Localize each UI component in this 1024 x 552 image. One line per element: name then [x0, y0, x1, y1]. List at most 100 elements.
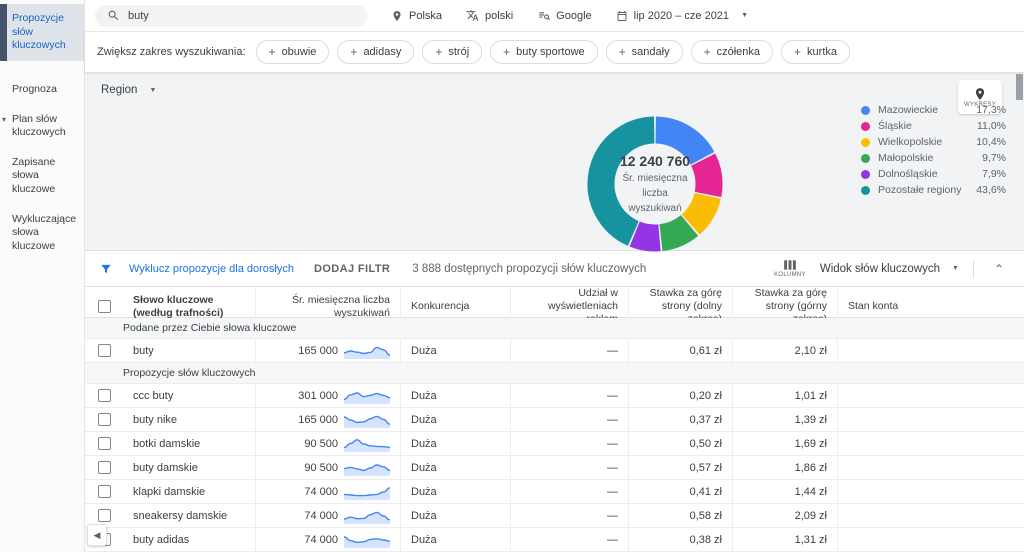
donut-segment-pozostałe-regiony[interactable] [587, 116, 656, 246]
keyword-row-botki-damskie[interactable]: botki damskie 90 500 Duża —0,50 zł 1,69 zł [85, 432, 1024, 456]
expand-caret-icon[interactable]: ▾ [2, 115, 6, 125]
volume-cell: 90 500 [255, 432, 400, 455]
keyword-planner-app: Propozycje słów kluczowych Prognoza ▾ Plan … [0, 0, 1024, 552]
legend-dot-icon [861, 137, 870, 147]
trend-sparkline [344, 438, 390, 452]
broaden-chip-2[interactable]: + strój [422, 40, 483, 64]
sidebar-item-3[interactable]: Zapisane słowa kluczowe [0, 148, 84, 205]
keyword-row-buty-damskie[interactable]: buty damskie 90 500 Duża —0,57 zł 1,86 zł [85, 456, 1024, 480]
network-setting[interactable]: Google [527, 5, 601, 26]
broaden-chip-1[interactable]: + adidasy [337, 40, 415, 64]
account-status-cell [837, 384, 1024, 407]
divider [972, 259, 974, 278]
keyword-row-buty-adidas[interactable]: buty adidas 74 000 Duża —0,38 zł 1,31 zł [85, 528, 1024, 552]
vertical-scrollbar-thumb[interactable] [1016, 74, 1023, 100]
horizontal-scroll-left-button[interactable]: ◀ [87, 524, 107, 546]
row-checkbox[interactable] [97, 344, 111, 357]
plus-icon: + [794, 45, 802, 59]
legend-dot-icon [861, 153, 870, 163]
row-checkbox[interactable] [97, 461, 111, 474]
filter-bar: Wyklucz propozycje dla dorosłych DODAJ F… [85, 251, 1024, 286]
donut-segment-śląskie[interactable] [690, 153, 723, 198]
select-all-checkbox[interactable] [97, 300, 111, 314]
broaden-chip-5[interactable]: + czółenka [690, 40, 774, 64]
network-label: Google [556, 9, 592, 22]
ad-share-cell: — [510, 480, 628, 503]
sidebar-item-4[interactable]: Wykluczające słowa kluczowe [0, 205, 84, 262]
account-status-cell [837, 432, 1024, 455]
keyword-search-box[interactable] [95, 4, 367, 27]
ad-share-cell: — [510, 432, 628, 455]
bid-low-cell: 0,38 zł [628, 528, 732, 551]
add-filter-button[interactable]: DODAJ FILTR [314, 263, 390, 275]
legend-item[interactable]: Dolnośląskie 7,9% [861, 168, 1006, 180]
table-controls: KOLUMNY Widok słów kluczowych ▼ ⌃ [774, 259, 1010, 278]
keyword-row-sneakersy-damskie[interactable]: sneakersy damskie 74 000 Duża —0,58 zł 2,09 … [85, 504, 1024, 528]
ad-share-cell: — [510, 504, 628, 527]
sidebar-item-label: Prognoza [12, 82, 57, 95]
keyword-row-buty[interactable]: buty 165 000 Duża —0,61 zł 2,10 zł [85, 339, 1024, 363]
row-checkbox[interactable] [97, 413, 111, 426]
broaden-chip-6[interactable]: + kurtka [781, 40, 851, 64]
chevron-down-icon: ▼ [149, 86, 157, 94]
columns-icon [784, 260, 796, 270]
row-checkbox[interactable] [97, 509, 111, 522]
view-dropdown[interactable]: Widok słów kluczowych ▼ [820, 263, 959, 275]
sidebar-item-1[interactable]: Prognoza [0, 75, 84, 105]
legend-dot-icon [861, 105, 870, 115]
volume-value: 301 000 [298, 389, 338, 402]
donut-segment-małopolskie[interactable] [658, 214, 699, 252]
legend-item[interactable]: Śląskie 11,0% [861, 120, 1006, 132]
keyword-search-input[interactable] [128, 9, 328, 22]
account-status-cell [837, 408, 1024, 431]
exclude-adult-link[interactable]: Wyklucz propozycje dla dorosłych [129, 263, 294, 275]
keyword-cell: buty [133, 344, 154, 357]
volume-cell: 90 500 [255, 456, 400, 479]
row-checkbox[interactable] [97, 389, 111, 402]
broaden-search-bar: Zwiększ zakres wyszukiwania: + obuwie + adi… [85, 32, 1024, 72]
row-checkbox[interactable] [97, 437, 111, 450]
donut-chart-svg [587, 116, 723, 252]
language-setting[interactable]: polski [456, 5, 523, 26]
volume-value: 90 500 [304, 437, 338, 450]
competition-cell: Duża [400, 408, 510, 431]
donut-segment-mazowieckie[interactable] [654, 116, 715, 166]
broaden-chip-4[interactable]: + sandały [605, 40, 683, 64]
location-pin-icon [975, 87, 985, 100]
legend-label: Dolnośląskie [878, 168, 938, 180]
volume-value: 165 000 [298, 344, 338, 357]
sidebar-item-0[interactable]: Propozycje słów kluczowych [0, 4, 84, 61]
date-range-setting[interactable]: lip 2020 – cze 2021 ▼ [606, 6, 758, 26]
region-donut-chart[interactable]: 12 240 760 Śr. miesięczna liczba wyszuki… [585, 114, 725, 254]
collapse-table-button[interactable]: ⌃ [988, 262, 1010, 276]
legend-item[interactable]: Pozostałe regiony 43,6% [861, 184, 1006, 196]
keyword-row-klapki-damskie[interactable]: klapki damskie 74 000 Duża —0,41 zł 1,44 zł [85, 480, 1024, 504]
donut-segment-wielkopolskie[interactable] [681, 192, 721, 235]
location-setting[interactable]: Polska [381, 6, 452, 26]
bid-low-cell: 0,41 zł [628, 480, 732, 503]
sidebar-item-label: Plan słów kluczowych [12, 112, 66, 139]
region-dropdown[interactable]: Region ▼ [101, 84, 156, 96]
sidebar-item-2[interactable]: ▾ Plan słów kluczowych [0, 105, 84, 148]
legend-item[interactable]: Mazowieckie 17,3% [861, 104, 1006, 116]
legend-item[interactable]: Wielkopolskie 10,4% [861, 136, 1006, 148]
keyword-row-ccc-buty[interactable]: ccc buty 301 000 Duża —0,20 zł 1,01 zł [85, 384, 1024, 408]
chip-label: strój [448, 46, 470, 58]
legend-value: 7,9% [982, 168, 1006, 180]
filter-icon [101, 264, 111, 273]
broaden-chip-0[interactable]: + obuwie [255, 40, 330, 64]
broaden-chip-3[interactable]: + buty sportowe [490, 40, 598, 64]
competition-cell: Duża [400, 456, 510, 479]
row-checkbox[interactable] [97, 485, 111, 498]
trend-sparkline [344, 535, 390, 548]
keyword-cell: sneakersy damskie [133, 509, 228, 522]
chevron-down-icon: ▼ [741, 12, 748, 19]
donut-segment-dolnośląskie[interactable] [629, 221, 661, 252]
volume-cell: 74 000 [255, 480, 400, 503]
legend-item[interactable]: Małopolskie 9,7% [861, 152, 1006, 164]
keyword-row-buty-nike[interactable]: buty nike 165 000 Duża —0,37 zł 1,39 zł [85, 408, 1024, 432]
columns-button[interactable]: KOLUMNY [774, 259, 806, 278]
plus-icon: + [350, 45, 358, 59]
topbar: Polska polski Google lip 2020 – cze 2021… [85, 0, 1024, 32]
volume-cell: 74 000 [255, 504, 400, 527]
